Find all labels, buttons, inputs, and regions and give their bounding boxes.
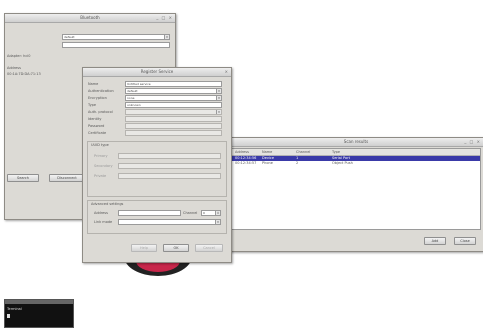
help-button[interactable]: Help xyxy=(131,244,157,252)
uuid-row-label-private: Private xyxy=(94,174,107,178)
terminal-window[interactable]: Terminal xyxy=(4,299,74,328)
authentication-combo[interactable]: default ▾ xyxy=(125,88,222,94)
col-type-header[interactable]: Type xyxy=(332,150,340,154)
advanced-address-field[interactable] xyxy=(118,210,181,216)
col-channel-header[interactable]: Channel xyxy=(296,150,310,154)
uuid-private-field[interactable] xyxy=(118,173,221,179)
scan-results-titlebar[interactable]: Scan results _ □ × xyxy=(229,138,483,147)
chevron-down-icon[interactable]: ▾ xyxy=(216,96,221,100)
results-table-header: Address Name Channel Type xyxy=(232,149,480,156)
advanced-channel-label: Channel xyxy=(183,211,198,215)
row-cell-name: Device xyxy=(262,156,274,160)
encryption-combo[interactable]: none ▾ xyxy=(125,95,222,101)
row-cell-address: 00:12:34:57 xyxy=(235,161,257,165)
field-label-auth-protocol: Auth. protocol xyxy=(88,110,113,114)
certificate-field[interactable] xyxy=(125,130,222,136)
row-cell-type: Serial Port xyxy=(332,156,350,160)
add-button[interactable]: Add xyxy=(424,237,446,245)
scan-results-window: Scan results _ □ × Address Name Channel … xyxy=(228,137,483,252)
spinner-arrows-icon[interactable]: ↕ xyxy=(215,211,220,215)
field-label-password: Password xyxy=(88,124,105,128)
field-label-type: Type xyxy=(88,103,97,107)
uuid-secondary-field[interactable] xyxy=(118,163,221,169)
terminal-titlebar[interactable] xyxy=(5,300,73,304)
chevron-down-icon[interactable]: ▾ xyxy=(164,35,169,39)
row-cell-name: Phone xyxy=(262,161,273,165)
device-combo[interactable]: default ▾ xyxy=(62,34,170,40)
identity-field[interactable] xyxy=(125,116,222,122)
register-service-dialog: Register Service × Name Untitled service… xyxy=(82,67,232,263)
disconnect-button[interactable]: Disconnect xyxy=(49,174,85,182)
field-label-identity: Identity xyxy=(88,117,102,121)
advanced-group: Advanced settings Address Channel 0 ↕ Lin… xyxy=(87,200,227,234)
uuid-row-label-secondary: Secondary xyxy=(94,164,113,168)
window-controls-icon[interactable]: _ □ × xyxy=(464,139,481,144)
chevron-down-icon[interactable]: ▾ xyxy=(216,110,221,114)
search-button[interactable]: Search xyxy=(7,174,39,182)
cancel-button[interactable]: Cancel xyxy=(195,244,223,252)
advanced-address-label: Address xyxy=(94,211,108,215)
uuid-row-label-primary: Primary xyxy=(94,154,108,158)
chevron-down-icon[interactable]: ▾ xyxy=(215,220,220,224)
name-field[interactable]: Untitled service xyxy=(125,81,222,87)
row-cell-channel: 1 xyxy=(296,156,299,160)
row-cell-address: 00:12:34:56 xyxy=(235,156,257,160)
bluetooth-window-titlebar[interactable]: Bluetooth _ □ × xyxy=(5,14,175,23)
adapter-label: Adapter: hci0 xyxy=(7,54,31,58)
type-field[interactable]: unknown xyxy=(125,102,222,108)
terminal-line: Terminal xyxy=(7,307,22,311)
col-name-header[interactable]: Name xyxy=(262,150,272,154)
chevron-down-icon[interactable]: ▾ xyxy=(216,89,221,93)
table-row[interactable]: 00:12:34:57 Phone 2 Object Push xyxy=(232,161,480,166)
address-label: Address xyxy=(7,66,21,70)
field-label-certificate: Certificate xyxy=(88,131,107,135)
password-field[interactable] xyxy=(125,123,222,129)
close-icon[interactable]: × xyxy=(225,69,229,74)
advanced-link-mode-label: Link mode xyxy=(94,220,113,224)
uuid-group-title: UUID type xyxy=(91,143,109,147)
link-mode-combo[interactable]: ▾ xyxy=(118,219,221,225)
dialog-title: Register Service xyxy=(140,69,174,74)
row-cell-channel: 2 xyxy=(296,161,299,165)
row-cell-type: Object Push xyxy=(332,161,353,165)
field-label-encryption: Encryption xyxy=(88,96,107,100)
terminal-cursor xyxy=(7,314,10,318)
col-address-header[interactable]: Address xyxy=(235,150,249,154)
device-field[interactable] xyxy=(62,42,170,48)
uuid-primary-field[interactable] xyxy=(118,153,221,159)
field-label-name: Name xyxy=(88,82,99,86)
ok-button[interactable]: OK xyxy=(163,244,189,252)
auth-protocol-combo[interactable]: ▾ xyxy=(125,109,222,115)
dialog-titlebar[interactable]: Register Service × xyxy=(83,68,231,77)
uuid-group: UUID type Primary Secondary Private xyxy=(87,141,227,197)
address-value: 00:1A:7D:DA:71:13 xyxy=(7,72,41,76)
results-table: Address Name Channel Type 00:12:34:56 De… xyxy=(231,148,481,230)
scan-results-title: Scan results xyxy=(343,139,369,144)
window-controls-icon[interactable]: _ □ × xyxy=(156,15,173,20)
bluetooth-window-title: Bluetooth xyxy=(80,15,100,20)
channel-spinner[interactable]: 0 ↕ xyxy=(201,210,221,216)
close-button[interactable]: Close xyxy=(454,237,476,245)
advanced-group-title: Advanced settings xyxy=(91,202,124,206)
field-label-authentication: Authentication xyxy=(88,89,114,93)
